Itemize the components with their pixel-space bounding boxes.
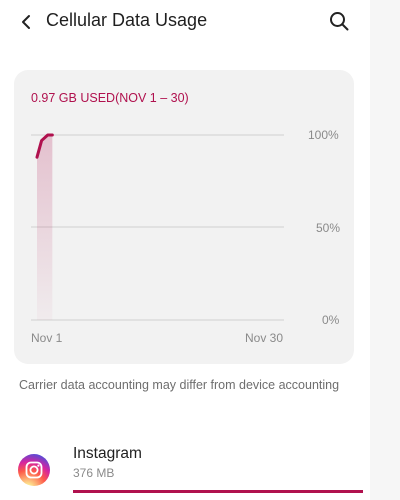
x-tick-end: Nov 30: [245, 331, 284, 345]
app-usage: 376 MB: [73, 466, 115, 480]
usage-chart-card: 0.97 GB USED(NOV 1 – 30) 100% 50% 0% Nov…: [14, 70, 354, 364]
side-strip: [370, 0, 400, 500]
usage-chart: [31, 133, 284, 321]
app-name: Instagram: [73, 445, 142, 462]
app-row-instagram[interactable]: Instagram 376 MB: [0, 436, 370, 500]
top-app-bar: Cellular Data Usage: [0, 0, 370, 44]
x-tick-start: Nov 1: [31, 331, 63, 345]
usage-area-0: [37, 135, 53, 320]
y-tick-100: 100%: [308, 128, 339, 142]
y-tick-50: 50%: [316, 221, 341, 235]
search-button[interactable]: [324, 6, 354, 36]
app-usage-bar-fill: [73, 490, 363, 493]
y-tick-0: 0%: [322, 313, 340, 327]
instagram-glyph: [25, 461, 43, 479]
page-title: Cellular Data Usage: [46, 10, 208, 30]
back-button[interactable]: [12, 8, 40, 36]
back-arrow-icon: [22, 15, 30, 29]
app-usage-bar: [73, 490, 363, 493]
instagram-icon: [18, 454, 50, 486]
search-icon: [330, 12, 349, 31]
carrier-footnote: Carrier data accounting may differ from …: [19, 378, 340, 392]
